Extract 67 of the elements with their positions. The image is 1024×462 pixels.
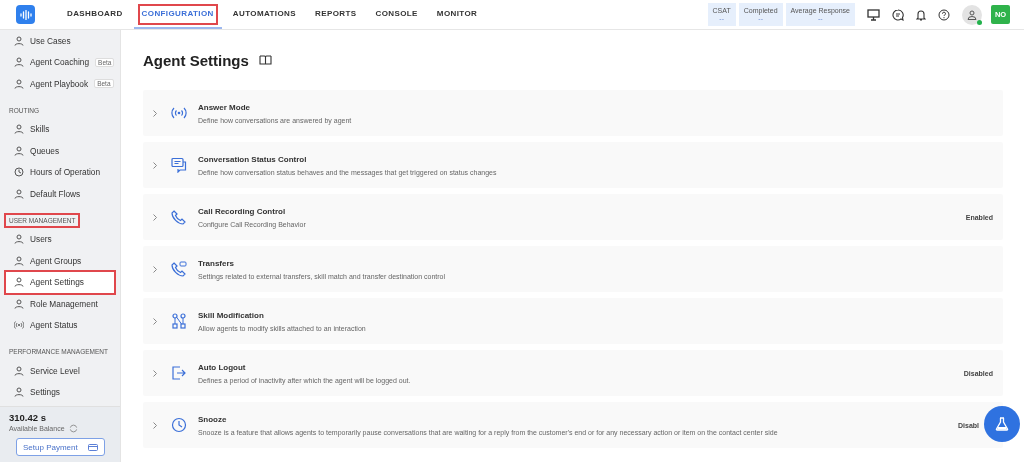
nav-tab[interactable]: CONFIGURATION bbox=[133, 0, 222, 29]
person-icon bbox=[14, 145, 24, 156]
help-icon[interactable] bbox=[938, 8, 950, 21]
book-icon[interactable] bbox=[258, 55, 272, 65]
nav-tab[interactable]: REPORTS bbox=[307, 0, 365, 29]
person-icon bbox=[14, 57, 24, 68]
person-icon bbox=[14, 255, 24, 266]
chevron-icon bbox=[153, 213, 157, 221]
balance-amount: 310.42 s bbox=[9, 412, 47, 423]
chevron-icon bbox=[153, 421, 157, 429]
setting-title: Skill Modification bbox=[198, 310, 265, 320]
signal-icon bbox=[14, 320, 24, 331]
setting-title: Auto Logout bbox=[198, 362, 247, 372]
flask-icon bbox=[995, 417, 1009, 431]
person-icon bbox=[14, 277, 24, 288]
person-icon bbox=[14, 35, 24, 46]
monitor-icon[interactable] bbox=[867, 8, 880, 21]
chevron-icon bbox=[153, 109, 157, 117]
page-title: Agent Settings bbox=[143, 51, 249, 69]
chevron-icon bbox=[153, 369, 157, 377]
sidebar-item[interactable]: Hours of Operation bbox=[0, 161, 120, 183]
nav-tab[interactable]: AUTOMATIONS bbox=[224, 0, 304, 29]
avatar[interactable] bbox=[962, 4, 982, 25]
logout-icon bbox=[171, 365, 187, 381]
clock-icon bbox=[171, 417, 187, 433]
setting-card[interactable] bbox=[143, 402, 1003, 448]
phone-icon bbox=[171, 261, 187, 277]
setting-title: Conversation Status Control bbox=[198, 154, 308, 164]
sidebar-item[interactable]: Agent Groups bbox=[0, 250, 120, 272]
phone-icon bbox=[171, 209, 187, 225]
bell-icon[interactable] bbox=[916, 8, 926, 21]
chevron-icon bbox=[153, 317, 157, 325]
sidebar-item[interactable]: Use Cases bbox=[0, 30, 120, 52]
setting-title: Call Recording Control bbox=[198, 206, 287, 216]
person-icon bbox=[14, 78, 24, 89]
nodes-icon bbox=[171, 313, 187, 329]
sidebar-item[interactable]: Agent Settings bbox=[6, 271, 114, 293]
person-icon bbox=[14, 298, 24, 309]
chevron-icon bbox=[153, 265, 157, 273]
setup-payment-button[interactable]: Setup Payment bbox=[16, 438, 105, 456]
person-icon bbox=[14, 188, 24, 199]
sidebar-item[interactable]: Queues bbox=[0, 140, 120, 162]
person-icon bbox=[14, 234, 24, 245]
nav-tab[interactable]: MONITOR bbox=[428, 0, 486, 29]
chevron-icon bbox=[153, 161, 157, 169]
person-icon bbox=[14, 365, 24, 376]
person-icon bbox=[14, 387, 24, 398]
chat-icon bbox=[171, 157, 187, 173]
sidebar-item[interactable]: Users bbox=[0, 228, 120, 250]
sidebar-item[interactable]: Skills bbox=[0, 118, 120, 140]
person-icon bbox=[14, 124, 24, 135]
setting-title: Snooze bbox=[198, 414, 228, 424]
sidebar-item[interactable]: Agent Status bbox=[0, 314, 120, 336]
clock-icon bbox=[14, 167, 24, 178]
sidebar-item[interactable]: Role Management bbox=[0, 293, 120, 315]
flask-button[interactable] bbox=[984, 406, 1020, 442]
setting-title: Transfers bbox=[198, 258, 236, 268]
card-icon bbox=[88, 443, 98, 451]
nav-tab[interactable]: DASHBOARD bbox=[59, 0, 131, 29]
sidebar-item[interactable]: Service Level bbox=[0, 360, 120, 382]
nav-tab[interactable]: CONSOLE bbox=[367, 0, 426, 29]
setting-title: Answer Mode bbox=[198, 102, 251, 112]
chat-icon[interactable] bbox=[892, 8, 904, 21]
signal-icon bbox=[171, 105, 187, 121]
sidebar-item[interactable]: Settings bbox=[0, 381, 120, 403]
sidebar-item[interactable]: Default Flows bbox=[0, 183, 120, 205]
logo-icon[interactable] bbox=[16, 5, 35, 24]
